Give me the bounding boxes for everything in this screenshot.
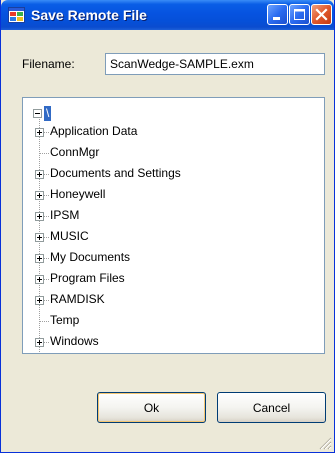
expand-icon[interactable]: [35, 254, 44, 263]
title-bar[interactable]: Save Remote File: [1, 0, 334, 30]
tree-item-my-documents[interactable]: My Documents: [23, 248, 323, 269]
tree-item-ipsm[interactable]: IPSM: [23, 206, 323, 227]
tree-item-label: IPSM: [50, 208, 80, 222]
minimize-icon: [273, 17, 280, 20]
collapse-icon[interactable]: [33, 109, 42, 118]
cancel-button[interactable]: Cancel: [217, 392, 326, 423]
close-button[interactable]: [311, 4, 332, 25]
maximize-icon: [294, 9, 305, 20]
close-icon: [315, 8, 328, 21]
tree-item-documents-and-settings[interactable]: Documents and Settings: [23, 164, 323, 185]
expand-icon[interactable]: [35, 128, 44, 137]
expand-icon[interactable]: [35, 296, 44, 305]
window-title: Save Remote File: [31, 7, 147, 23]
expand-icon[interactable]: [35, 191, 44, 200]
tree-item-label: Program Files: [50, 271, 125, 285]
tree-item-label: Windows: [50, 334, 99, 348]
tree-item-label: My Documents: [50, 250, 131, 264]
tree-item-temp[interactable]: Temp: [23, 311, 323, 332]
tree-root-node[interactable]: \: [44, 106, 52, 121]
filename-label: Filename:: [22, 57, 75, 71]
save-remote-file-dialog: Save Remote File Filename: \ Applicatio: [0, 0, 335, 453]
expand-icon[interactable]: [35, 275, 44, 284]
tree-item-label: Application Data: [50, 124, 138, 138]
resize-grip-icon[interactable]: [318, 436, 332, 450]
tree-item-label: Temp: [50, 313, 80, 327]
expand-icon[interactable]: [35, 212, 44, 221]
minimize-button[interactable]: [267, 4, 288, 25]
tree-item-connmgr[interactable]: ConnMgr: [23, 143, 323, 164]
expand-icon[interactable]: [35, 170, 44, 179]
tree-item-label: Honeywell: [50, 187, 106, 201]
tree-item-windows[interactable]: Windows: [23, 332, 323, 353]
tree-item-label: RAMDISK: [50, 292, 105, 306]
tree-item-music[interactable]: MUSIC: [23, 227, 323, 248]
tree-item-honeywell[interactable]: Honeywell: [23, 185, 323, 206]
tree-item-label: MUSIC: [50, 229, 89, 243]
folder-tree[interactable]: \ Application Data ConnMgr Documents and…: [22, 97, 325, 354]
tree-item-label: Documents and Settings: [50, 166, 181, 180]
maximize-button[interactable]: [289, 4, 310, 25]
tree-item-program-files[interactable]: Program Files: [23, 269, 323, 290]
tree-item-application-data[interactable]: Application Data: [23, 122, 323, 143]
tree-item-ramdisk[interactable]: RAMDISK: [23, 290, 323, 311]
expand-icon[interactable]: [35, 233, 44, 242]
filename-input[interactable]: [105, 53, 325, 75]
tree-item-label: ConnMgr: [50, 145, 100, 159]
ok-button[interactable]: Ok: [97, 392, 206, 423]
expand-icon[interactable]: [35, 338, 44, 347]
app-window-icon: [8, 7, 25, 23]
